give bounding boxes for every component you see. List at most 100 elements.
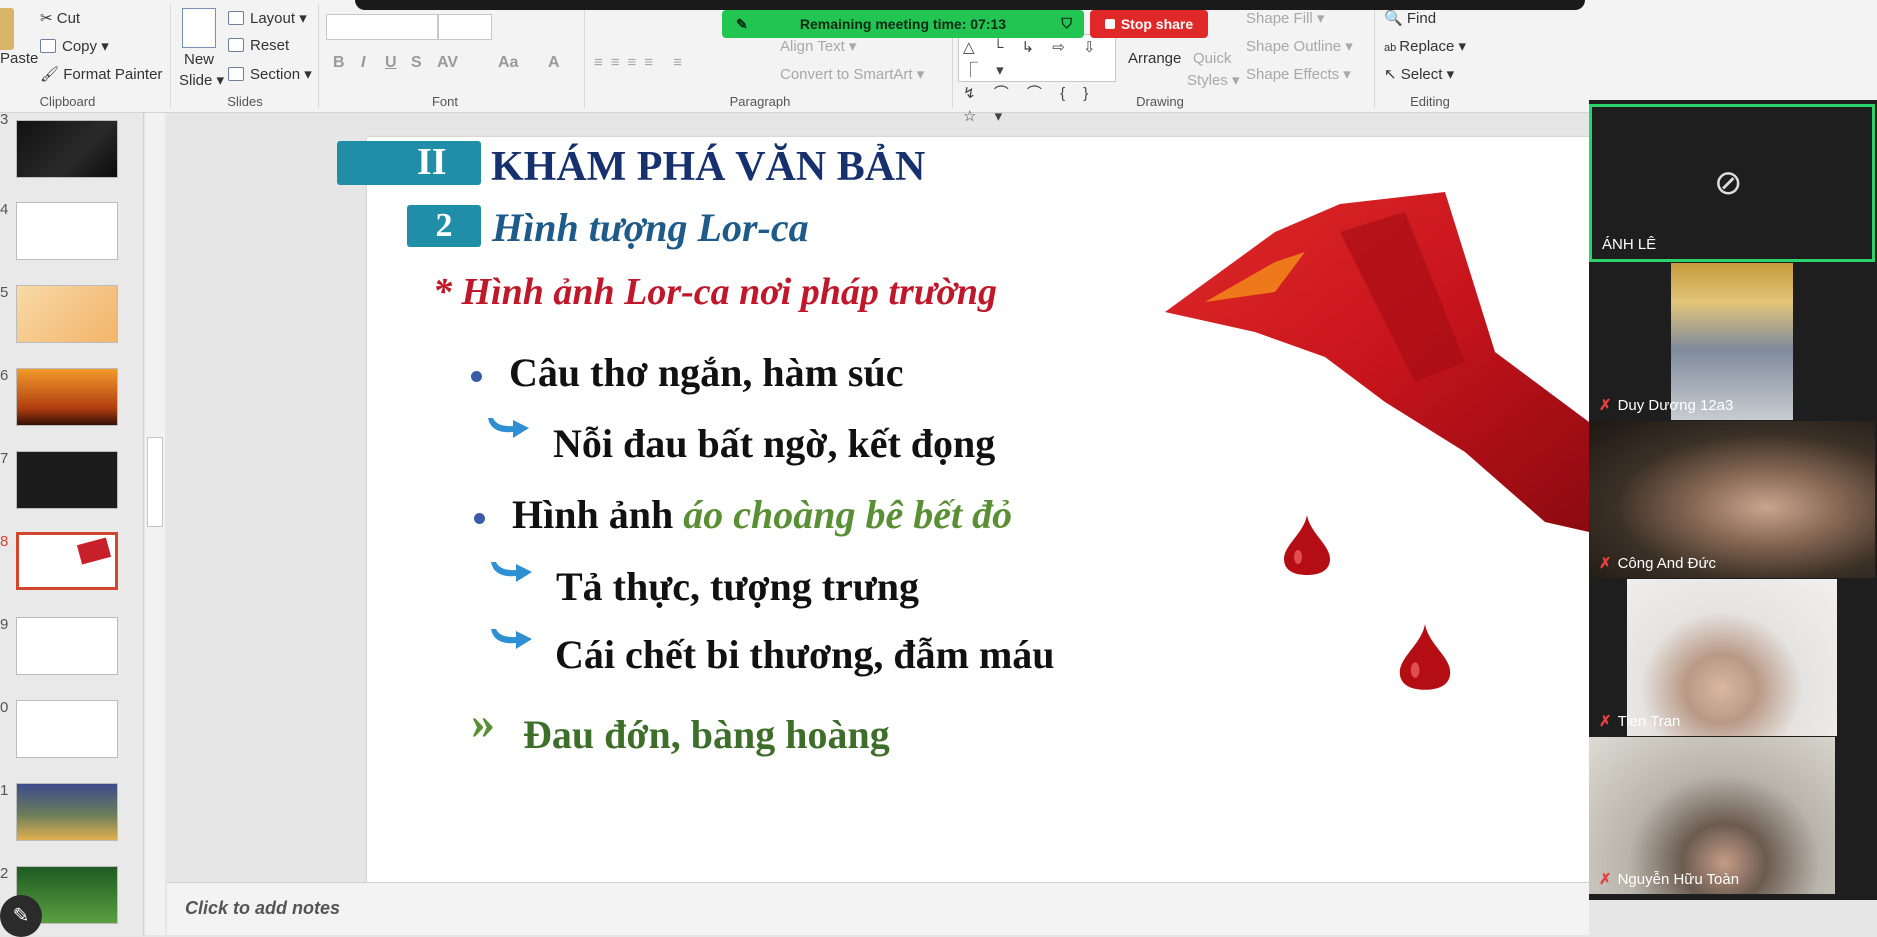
spacing-button[interactable]: AV xyxy=(437,54,458,72)
font-name-input[interactable] xyxy=(326,14,438,40)
shape-outline-label: Shape Outline xyxy=(1246,38,1342,55)
select-button[interactable]: ↖ Select ▾ xyxy=(1384,65,1454,83)
divider xyxy=(318,4,319,108)
quick-styles-button[interactable]: Styles ▾ xyxy=(1187,71,1240,89)
cut-icon: ✂ xyxy=(40,10,57,27)
curved-arrow-icon xyxy=(491,629,532,649)
participant-name-text: Nguyễn Hữu Toàn xyxy=(1617,871,1740,888)
arrange-button[interactable]: Arrange xyxy=(1128,50,1181,67)
slide-thumbnail[interactable] xyxy=(16,451,118,509)
shape-effects-button[interactable]: Shape Effects ▾ xyxy=(1246,65,1351,83)
mic-muted-icon: ✗ xyxy=(1599,397,1612,414)
copy-button[interactable]: Copy ▾ xyxy=(40,37,109,55)
align-text-button[interactable]: Align Text ▾ xyxy=(780,37,856,55)
double-chevron-icon: » xyxy=(471,696,495,749)
stop-share-button[interactable]: Stop share xyxy=(1090,10,1208,38)
roman-numeral-badge: II xyxy=(337,141,481,185)
slide-thumbnail[interactable] xyxy=(16,700,118,758)
slide-thumbnail-active[interactable] xyxy=(16,532,118,590)
quick-styles-label-2: Styles xyxy=(1187,72,1228,89)
drag-handle-icon[interactable]: ✎ xyxy=(736,16,748,33)
cut-label: Cut xyxy=(56,10,81,27)
underline-button[interactable]: U xyxy=(385,54,397,72)
mic-muted-icon: ✗ xyxy=(1599,555,1612,572)
timer-text: Remaining meeting time: 07:13 xyxy=(799,16,1007,32)
copy-label: Copy xyxy=(62,38,98,55)
meeting-toolbar xyxy=(355,0,1585,10)
change-case-button[interactable]: Aa xyxy=(498,54,518,72)
participant-tile[interactable]: ✗ Nguyễn Hữu Toàn xyxy=(1589,737,1875,894)
new-slide-label-2[interactable]: Slide ▾ xyxy=(179,71,224,89)
layout-label: Layout xyxy=(250,10,296,27)
layout-button[interactable]: Layout ▾ xyxy=(228,9,307,27)
participant-tile-active-speaker[interactable]: ⊘ ÁNH LÊ xyxy=(1589,104,1875,262)
scrollbar-thumb[interactable] xyxy=(147,437,163,527)
slide-thumbnail[interactable] xyxy=(16,120,118,178)
sub-number-badge: 2 xyxy=(407,205,481,247)
font-color-button[interactable]: A xyxy=(548,54,560,72)
section-button[interactable]: Section ▾ xyxy=(228,65,312,83)
shape-outline-button[interactable]: Shape Outline ▾ xyxy=(1246,37,1353,55)
new-slide-label-text: Slide xyxy=(179,72,213,89)
thumb-number: 0 xyxy=(0,699,9,716)
thumb-number-active: 8 xyxy=(0,533,9,550)
blood-drop-image xyxy=(1399,624,1451,690)
thumb-number: 9 xyxy=(0,616,9,633)
thumb-drape xyxy=(76,537,112,565)
reset-icon xyxy=(228,38,244,52)
smartart-label: Convert to SmartArt xyxy=(780,66,913,83)
bullet-2-text: Hình ảnh xyxy=(512,492,684,537)
editing-group-label: Editing xyxy=(1410,94,1450,109)
shape-fill-button[interactable]: Shape Fill ▾ xyxy=(1246,9,1324,27)
notes-pane[interactable]: Click to add notes xyxy=(167,882,1589,935)
paste-button[interactable]: Paste xyxy=(0,50,38,67)
italic-button[interactable]: I xyxy=(361,54,365,72)
quick-styles-label-1[interactable]: Quick xyxy=(1193,50,1231,67)
slide-thumbnail[interactable] xyxy=(16,617,118,675)
slide-thumbnail[interactable] xyxy=(16,285,118,343)
slide-thumbnail[interactable] xyxy=(16,368,118,426)
bullet-2: Hình ảnh áo choàng bê bết đỏ xyxy=(512,491,1012,538)
shapes-gallery[interactable]: △ └ ↳ ⇨ ⇩ ⎾ ▾ ↯ ⌒ ⌒ { } ☆ ▾ xyxy=(958,34,1116,125)
new-slide-icon[interactable] xyxy=(182,8,216,48)
thumb-number: 4 xyxy=(0,201,9,218)
font-size-input[interactable] xyxy=(438,14,492,40)
paragraph-group-label: Paragraph xyxy=(729,94,791,109)
slide-thumbnails-panel: 3 4 5 6 7 8 9 0 1 2 xyxy=(0,111,144,935)
slide-thumbnail[interactable] xyxy=(16,202,118,260)
format-painter-button[interactable]: 🖌 Format Painter xyxy=(40,65,162,83)
format-painter-icon: 🖌 xyxy=(40,66,64,83)
stop-share-label: Stop share xyxy=(1120,16,1194,32)
copy-icon xyxy=(40,39,56,53)
participant-name: ÁNH LÊ xyxy=(1602,236,1657,253)
find-button[interactable]: 🔍 Find xyxy=(1384,9,1436,27)
participant-name-text: Duy Dương 12a3 xyxy=(1617,397,1734,414)
replace-label: Replace xyxy=(1399,38,1455,55)
thumb-number: 5 xyxy=(0,284,9,301)
slide-thumbnail[interactable] xyxy=(16,783,118,841)
format-painter-label: Format Painter xyxy=(63,66,163,83)
shadow-button[interactable]: S xyxy=(411,54,422,72)
participant-tile[interactable]: ✗ Công And Đức xyxy=(1589,421,1875,578)
select-label: Select xyxy=(1400,66,1443,83)
pencil-icon[interactable]: ✎ xyxy=(0,895,42,937)
replace-button[interactable]: ab Replace ▾ xyxy=(1384,37,1466,55)
align-buttons[interactable]: ≡≡≡≡ ≡ xyxy=(594,54,690,71)
convert-smartart-button[interactable]: Convert to SmartArt ▾ xyxy=(780,65,924,83)
arrow-point-3: Cái chết bi thương, đẫm máu xyxy=(555,632,1055,677)
subtitle: Hình tượng Lor-ca xyxy=(492,205,809,250)
new-slide-label-1[interactable]: New xyxy=(184,51,214,68)
bold-button[interactable]: B xyxy=(333,54,345,72)
bullet-dot xyxy=(471,371,482,382)
thumb-number: 3 xyxy=(0,111,9,128)
participant-tile[interactable]: ✗ Duy Dương 12a3 xyxy=(1589,263,1875,420)
cut-button[interactable]: ✂ Cut xyxy=(40,9,80,27)
paste-icon[interactable] xyxy=(0,8,14,50)
reset-label: Reset xyxy=(250,37,290,54)
participant-name: ✗ Công And Đức xyxy=(1599,554,1716,572)
slide-canvas[interactable]: II KHÁM PHÁ VĂN BẢN 2 Hình tượng Lor-ca … xyxy=(337,137,1589,882)
participant-tile[interactable]: ✗ Tien Tran xyxy=(1589,579,1875,736)
divider xyxy=(584,4,585,108)
reset-button[interactable]: Reset xyxy=(228,37,289,54)
red-cape-image xyxy=(1165,192,1589,532)
